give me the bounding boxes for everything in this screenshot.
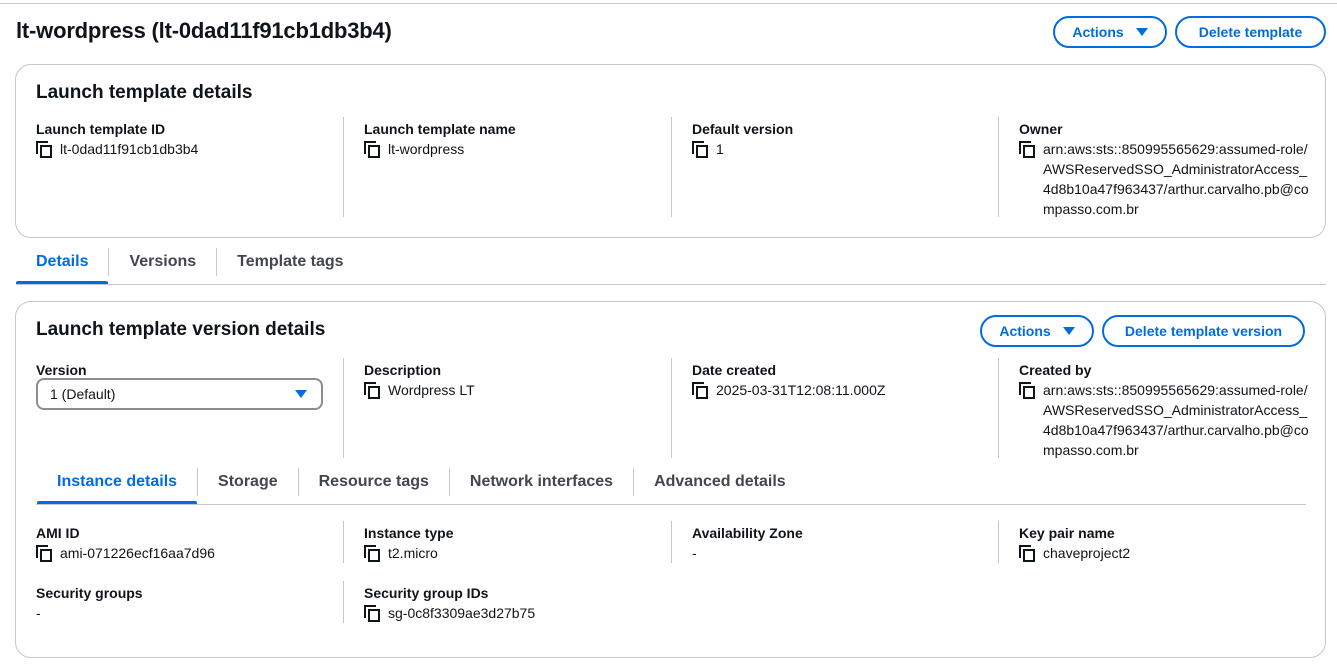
top-divider xyxy=(0,3,1337,4)
column-divider xyxy=(343,117,344,217)
copy-icon[interactable] xyxy=(364,141,380,158)
field-value: t2.micro xyxy=(388,545,438,561)
caret-down-icon xyxy=(1062,327,1075,335)
tab-network-interfaces[interactable]: Network interfaces xyxy=(450,464,633,500)
version-select-value: 1 (Default) xyxy=(50,386,116,402)
field-value: Wordpress LT xyxy=(388,382,475,398)
tab-resource-tags[interactable]: Resource tags xyxy=(299,464,449,500)
field-label: Availability Zone xyxy=(692,525,803,541)
column-divider xyxy=(998,521,999,563)
version-actions-button[interactable]: Actions xyxy=(980,315,1094,347)
column-divider xyxy=(998,358,999,458)
column-divider xyxy=(671,358,672,458)
field-default-version: Default version 1 xyxy=(692,119,992,159)
sub-tabs: Instance details Storage Resource tags N… xyxy=(37,464,806,505)
caret-down-icon xyxy=(295,390,307,398)
field-value: sg-0c8f3309ae3d27b75 xyxy=(388,605,536,621)
field-version: Version xyxy=(36,360,336,380)
field-label: Date created xyxy=(692,362,777,378)
main-tabs: Details Versions Template tags xyxy=(16,244,364,285)
field-value: ami-071226ecf16aa7d96 xyxy=(60,545,215,561)
copy-icon[interactable] xyxy=(364,382,380,399)
field-security-group-ids: Security group IDs sg-0c8f3309ae3d27b75 xyxy=(364,583,664,623)
launch-template-details-card: Launch template details Launch template … xyxy=(15,64,1326,238)
field-label: Version xyxy=(36,362,87,378)
field-value: 1 xyxy=(716,141,724,157)
caret-down-icon xyxy=(1135,28,1148,36)
copy-icon[interactable] xyxy=(1019,545,1035,562)
field-launch-template-name: Launch template name lt-wordpress xyxy=(364,119,664,159)
field-label: Owner xyxy=(1019,121,1063,137)
field-value: chaveproject2 xyxy=(1043,545,1131,561)
copy-icon[interactable] xyxy=(1019,141,1035,158)
field-label: Created by xyxy=(1019,362,1092,378)
field-label: Security group IDs xyxy=(364,585,489,601)
card-title: Launch template details xyxy=(36,82,253,103)
field-key-pair-name: Key pair name chaveproject2 xyxy=(1019,523,1309,563)
field-description: Description Wordpress LT xyxy=(364,360,664,400)
field-label: Security groups xyxy=(36,585,143,601)
version-select[interactable]: 1 (Default) xyxy=(36,378,323,410)
column-divider xyxy=(343,521,344,563)
actions-button[interactable]: Actions xyxy=(1053,16,1167,48)
copy-icon[interactable] xyxy=(1019,382,1035,399)
tab-template-tags[interactable]: Template tags xyxy=(217,244,363,280)
tab-storage[interactable]: Storage xyxy=(198,464,298,500)
column-divider xyxy=(671,117,672,217)
tab-instance-details[interactable]: Instance details xyxy=(37,464,198,505)
copy-icon[interactable] xyxy=(364,605,380,622)
copy-icon[interactable] xyxy=(692,382,708,399)
field-instance-type: Instance type t2.micro xyxy=(364,523,664,563)
copy-icon[interactable] xyxy=(692,141,708,158)
sub-tabs-underline xyxy=(36,504,1306,505)
tabs-underline xyxy=(16,284,1326,285)
field-value: lt-0dad11f91cb1db3b4 xyxy=(60,141,199,157)
field-security-groups: Security groups - xyxy=(36,583,336,623)
tab-versions[interactable]: Versions xyxy=(109,244,216,280)
copy-icon[interactable] xyxy=(36,141,52,158)
field-date-created: Date created 2025-03-31T12:08:11.000Z xyxy=(692,360,992,400)
field-label: Default version xyxy=(692,121,794,137)
column-divider xyxy=(671,521,672,563)
field-value: - xyxy=(692,545,697,561)
field-label: Launch template ID xyxy=(36,121,166,137)
tab-advanced-details[interactable]: Advanced details xyxy=(634,464,806,500)
column-divider xyxy=(343,358,344,458)
field-ami-id: AMI ID ami-071226ecf16aa7d96 xyxy=(36,523,336,563)
field-value: lt-wordpress xyxy=(388,141,465,157)
field-value: arn:aws:sts::850995565629:assumed-role/A… xyxy=(1043,382,1309,458)
field-value: arn:aws:sts::850995565629:assumed-role/A… xyxy=(1043,141,1309,217)
field-launch-template-id: Launch template ID lt-0dad11f91cb1db3b4 xyxy=(36,119,336,159)
field-owner: Owner arn:aws:sts::850995565629:assumed-… xyxy=(1019,119,1309,219)
delete-template-version-button[interactable]: Delete template version xyxy=(1102,315,1305,347)
delete-template-button[interactable]: Delete template xyxy=(1175,16,1326,48)
tab-details[interactable]: Details xyxy=(16,244,109,285)
field-label: AMI ID xyxy=(36,525,80,541)
field-label: Launch template name xyxy=(364,121,516,137)
copy-icon[interactable] xyxy=(36,545,52,562)
field-label: Description xyxy=(364,362,442,378)
actions-button-label: Actions xyxy=(1072,24,1124,40)
field-value: - xyxy=(36,605,41,621)
page-title: lt-wordpress (lt-0dad11f91cb1db3b4) xyxy=(16,18,392,43)
copy-icon[interactable] xyxy=(364,545,380,562)
version-actions-button-label: Actions xyxy=(999,323,1051,339)
version-details-card: Launch template version details Actions … xyxy=(15,301,1326,658)
field-label: Instance type xyxy=(364,525,454,541)
field-label: Key pair name xyxy=(1019,525,1115,541)
field-value: 2025-03-31T12:08:11.000Z xyxy=(716,382,886,398)
column-divider xyxy=(343,581,344,623)
field-availability-zone: Availability Zone - xyxy=(692,523,992,563)
card-title: Launch template version details xyxy=(36,319,326,340)
column-divider xyxy=(998,117,999,217)
field-created-by: Created by arn:aws:sts::850995565629:ass… xyxy=(1019,360,1309,460)
